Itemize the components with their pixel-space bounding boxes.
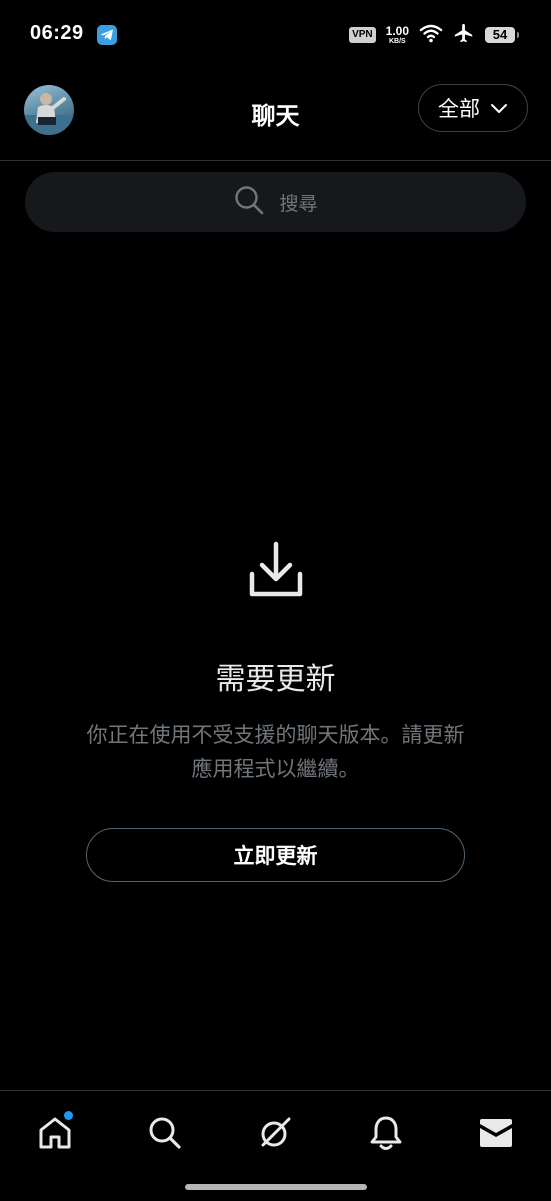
grok-icon bbox=[257, 1115, 293, 1155]
filter-dropdown-button[interactable]: 全部 bbox=[418, 84, 528, 132]
search-placeholder: 搜尋 bbox=[279, 192, 318, 215]
network-speed-value: 1.00 bbox=[385, 24, 409, 38]
update-required-panel: 需要更新 你正在使用不受支援的聊天版本。請更新應用程式以繼續。 bbox=[0, 540, 551, 786]
chevron-down-icon bbox=[490, 99, 508, 118]
app-header: 聊天 全部 bbox=[0, 70, 551, 161]
update-message: 你正在使用不受支援的聊天版本。請更新應用程式以繼續。 bbox=[86, 723, 465, 781]
network-speed-unit: KB/S bbox=[388, 38, 406, 45]
home-icon bbox=[37, 1115, 73, 1155]
nav-search[interactable] bbox=[143, 1113, 187, 1157]
nav-grok[interactable] bbox=[253, 1113, 297, 1157]
download-icon bbox=[248, 540, 304, 602]
notification-dot bbox=[64, 1111, 73, 1120]
envelope-icon bbox=[478, 1118, 514, 1152]
search-icon bbox=[233, 184, 265, 220]
update-title: 需要更新 bbox=[215, 662, 336, 697]
home-indicator[interactable] bbox=[185, 1184, 367, 1190]
vpn-badge: VPN bbox=[349, 27, 376, 43]
filter-label: 全部 bbox=[438, 97, 480, 121]
search-icon bbox=[148, 1116, 182, 1154]
status-icons: VPN 1.00 KB/S 54 bbox=[349, 22, 519, 48]
search-input[interactable]: 搜尋 bbox=[25, 172, 526, 232]
airplane-icon bbox=[453, 22, 475, 48]
battery-indicator: 54 bbox=[485, 27, 519, 43]
telegram-icon bbox=[97, 25, 117, 45]
update-now-button[interactable]: 立即更新 bbox=[86, 828, 465, 882]
update-now-label: 立即更新 bbox=[233, 844, 318, 868]
nav-notifications[interactable] bbox=[364, 1113, 408, 1157]
nav-home[interactable] bbox=[33, 1111, 77, 1157]
status-bar: 06:29 VPN 1.00 KB/S 54 bbox=[0, 0, 551, 70]
bell-icon bbox=[369, 1115, 403, 1155]
nav-messages[interactable] bbox=[474, 1113, 518, 1157]
status-time: 06:29 bbox=[30, 22, 84, 44]
network-speed: 1.00 KB/S bbox=[386, 25, 409, 45]
wifi-icon bbox=[419, 23, 443, 47]
